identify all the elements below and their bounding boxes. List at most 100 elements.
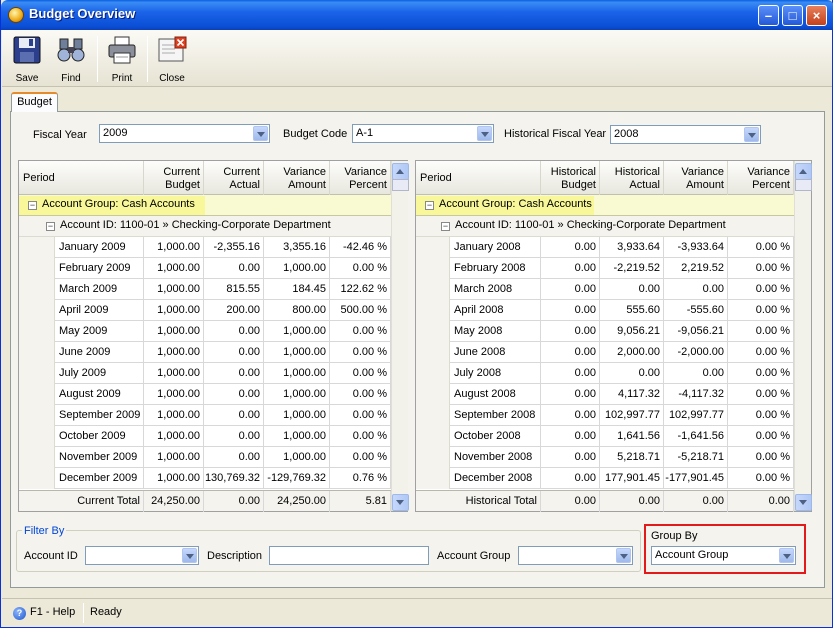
table-cell[interactable]: March 2009 <box>55 279 144 300</box>
table-row[interactable]: April 2009 1,000.00 200.00 800.00 500.00 % <box>19 300 391 321</box>
historical-fiscal-year-select[interactable]: 2008 <box>610 125 761 144</box>
table-cell[interactable]: June 2009 <box>55 342 144 363</box>
table-cell[interactable]: 9,056.21 <box>600 321 664 342</box>
table-cell[interactable]: 1,000.00 <box>144 468 204 489</box>
table-cell[interactable]: 1,000.00 <box>264 426 330 447</box>
group-row[interactable]: − Account Group: Cash Accounts <box>19 195 391 216</box>
col-variance-amount[interactable]: Variance Amount <box>664 161 728 195</box>
table-cell[interactable]: 0.00 % <box>330 321 391 342</box>
table-cell[interactable]: 0.00 <box>664 363 728 384</box>
collapse-icon[interactable]: − <box>425 201 434 210</box>
fiscal-year-select[interactable]: 2009 <box>99 124 270 143</box>
col-period[interactable]: Period <box>19 161 144 195</box>
help-icon[interactable]: ? <box>13 607 26 620</box>
table-cell[interactable]: 800.00 <box>264 300 330 321</box>
table-cell[interactable]: 0.00 % <box>728 447 794 468</box>
column-chooser-icon[interactable] <box>392 179 409 191</box>
col-variance-percent[interactable]: Variance Percent <box>728 161 794 195</box>
col-variance-percent[interactable]: Variance Percent <box>330 161 391 195</box>
table-cell[interactable]: May 2008 <box>450 321 541 342</box>
table-cell[interactable]: 1,000.00 <box>264 384 330 405</box>
table-cell[interactable]: 0.00 % <box>728 237 794 258</box>
table-cell[interactable]: 0.00 <box>204 405 264 426</box>
table-cell[interactable]: 1,000.00 <box>144 405 204 426</box>
table-cell[interactable]: July 2009 <box>55 363 144 384</box>
table-cell[interactable]: 184.45 <box>264 279 330 300</box>
table-cell[interactable]: 0.00 % <box>728 363 794 384</box>
table-cell[interactable]: 0.00 <box>204 447 264 468</box>
table-cell[interactable]: 0.00 <box>541 426 600 447</box>
table-cell[interactable]: 1,000.00 <box>144 300 204 321</box>
table-cell[interactable]: October 2008 <box>450 426 541 447</box>
table-row[interactable]: February 2009 1,000.00 0.00 1,000.00 0.00 % <box>19 258 391 279</box>
table-cell[interactable]: 1,000.00 <box>144 237 204 258</box>
scroll-up-button[interactable] <box>392 163 409 180</box>
table-cell[interactable]: March 2008 <box>450 279 541 300</box>
table-row[interactable]: May 2009 1,000.00 0.00 1,000.00 0.00 % <box>19 321 391 342</box>
table-cell[interactable]: 2,219.52 <box>664 258 728 279</box>
chevron-down-icon[interactable] <box>253 126 268 141</box>
account-row[interactable]: − Account ID: 1100-01 » Checking-Corpora… <box>19 216 391 237</box>
table-row[interactable]: July 2008 0.00 0.00 0.00 0.00 % <box>416 363 794 384</box>
table-cell[interactable]: 0.00 % <box>728 300 794 321</box>
account-row[interactable]: − Account ID: 1100-01 » Checking-Corpora… <box>416 216 794 237</box>
table-cell[interactable]: -555.60 <box>664 300 728 321</box>
table-row[interactable]: February 2008 0.00 -2,219.52 2,219.52 0.00 % <box>416 258 794 279</box>
table-row[interactable]: April 2008 0.00 555.60 -555.60 0.00 % <box>416 300 794 321</box>
table-row[interactable]: September 2008 0.00 102,997.77 102,997.77 0.… <box>416 405 794 426</box>
table-cell[interactable]: -2,355.16 <box>204 237 264 258</box>
table-row[interactable]: September 2009 1,000.00 0.00 1,000.00 0.00 % <box>19 405 391 426</box>
group-row[interactable]: − Account Group: Cash Accounts <box>416 195 794 216</box>
table-cell[interactable]: June 2008 <box>450 342 541 363</box>
table-cell[interactable]: 3,355.16 <box>264 237 330 258</box>
table-cell[interactable]: 5,218.71 <box>600 447 664 468</box>
collapse-icon[interactable]: − <box>28 201 37 210</box>
table-cell[interactable]: 0.00 <box>204 363 264 384</box>
account-group-select[interactable] <box>518 546 633 565</box>
scroll-down-button[interactable] <box>795 494 812 511</box>
table-cell[interactable]: 0.00 <box>541 321 600 342</box>
table-cell[interactable]: 555.60 <box>600 300 664 321</box>
table-cell[interactable]: 0.00 <box>541 342 600 363</box>
scroll-down-button[interactable] <box>392 494 409 511</box>
table-cell[interactable]: 3,933.64 <box>600 237 664 258</box>
table-cell[interactable]: 0.00 <box>204 384 264 405</box>
table-cell[interactable]: November 2009 <box>55 447 144 468</box>
table-cell[interactable]: February 2008 <box>450 258 541 279</box>
table-cell[interactable]: 102,997.77 <box>664 405 728 426</box>
table-cell[interactable]: December 2009 <box>55 468 144 489</box>
table-cell[interactable]: 1,000.00 <box>144 426 204 447</box>
table-cell[interactable]: 0.00 <box>541 384 600 405</box>
save-button[interactable]: Save <box>5 33 49 85</box>
table-cell[interactable]: 0.00 % <box>728 258 794 279</box>
col-period[interactable]: Period <box>416 161 541 195</box>
table-cell[interactable]: -177,901.45 <box>664 468 728 489</box>
table-row[interactable]: March 2008 0.00 0.00 0.00 0.00 % <box>416 279 794 300</box>
table-cell[interactable]: 0.00 <box>541 447 600 468</box>
table-cell[interactable]: 1,000.00 <box>144 279 204 300</box>
table-cell[interactable]: 0.00 % <box>330 447 391 468</box>
chevron-down-icon[interactable] <box>616 548 631 563</box>
col-variance-amount[interactable]: Variance Amount <box>264 161 330 195</box>
table-row[interactable]: October 2009 1,000.00 0.00 1,000.00 0.00 % <box>19 426 391 447</box>
table-cell[interactable]: February 2009 <box>55 258 144 279</box>
table-row[interactable]: November 2009 1,000.00 0.00 1,000.00 0.00 % <box>19 447 391 468</box>
table-cell[interactable]: 0.00 <box>541 468 600 489</box>
table-row[interactable]: October 2008 0.00 1,641.56 -1,641.56 0.00 % <box>416 426 794 447</box>
table-cell[interactable]: 0.00 % <box>728 321 794 342</box>
chevron-down-icon[interactable] <box>182 548 197 563</box>
table-cell[interactable]: -2,000.00 <box>664 342 728 363</box>
table-cell[interactable]: January 2009 <box>55 237 144 258</box>
table-cell[interactable]: 0.00 % <box>728 426 794 447</box>
table-cell[interactable]: July 2008 <box>450 363 541 384</box>
table-row[interactable]: January 2008 0.00 3,933.64 -3,933.64 0.00 % <box>416 237 794 258</box>
tab-budget[interactable]: Budget <box>11 92 58 112</box>
table-cell[interactable]: -2,219.52 <box>600 258 664 279</box>
table-cell[interactable]: August 2008 <box>450 384 541 405</box>
account-id-select[interactable] <box>85 546 199 565</box>
chevron-down-icon[interactable] <box>779 548 794 563</box>
table-cell[interactable]: 1,000.00 <box>144 363 204 384</box>
column-chooser-icon[interactable] <box>795 179 812 191</box>
table-cell[interactable]: November 2008 <box>450 447 541 468</box>
table-cell[interactable]: 0.00 % <box>330 384 391 405</box>
